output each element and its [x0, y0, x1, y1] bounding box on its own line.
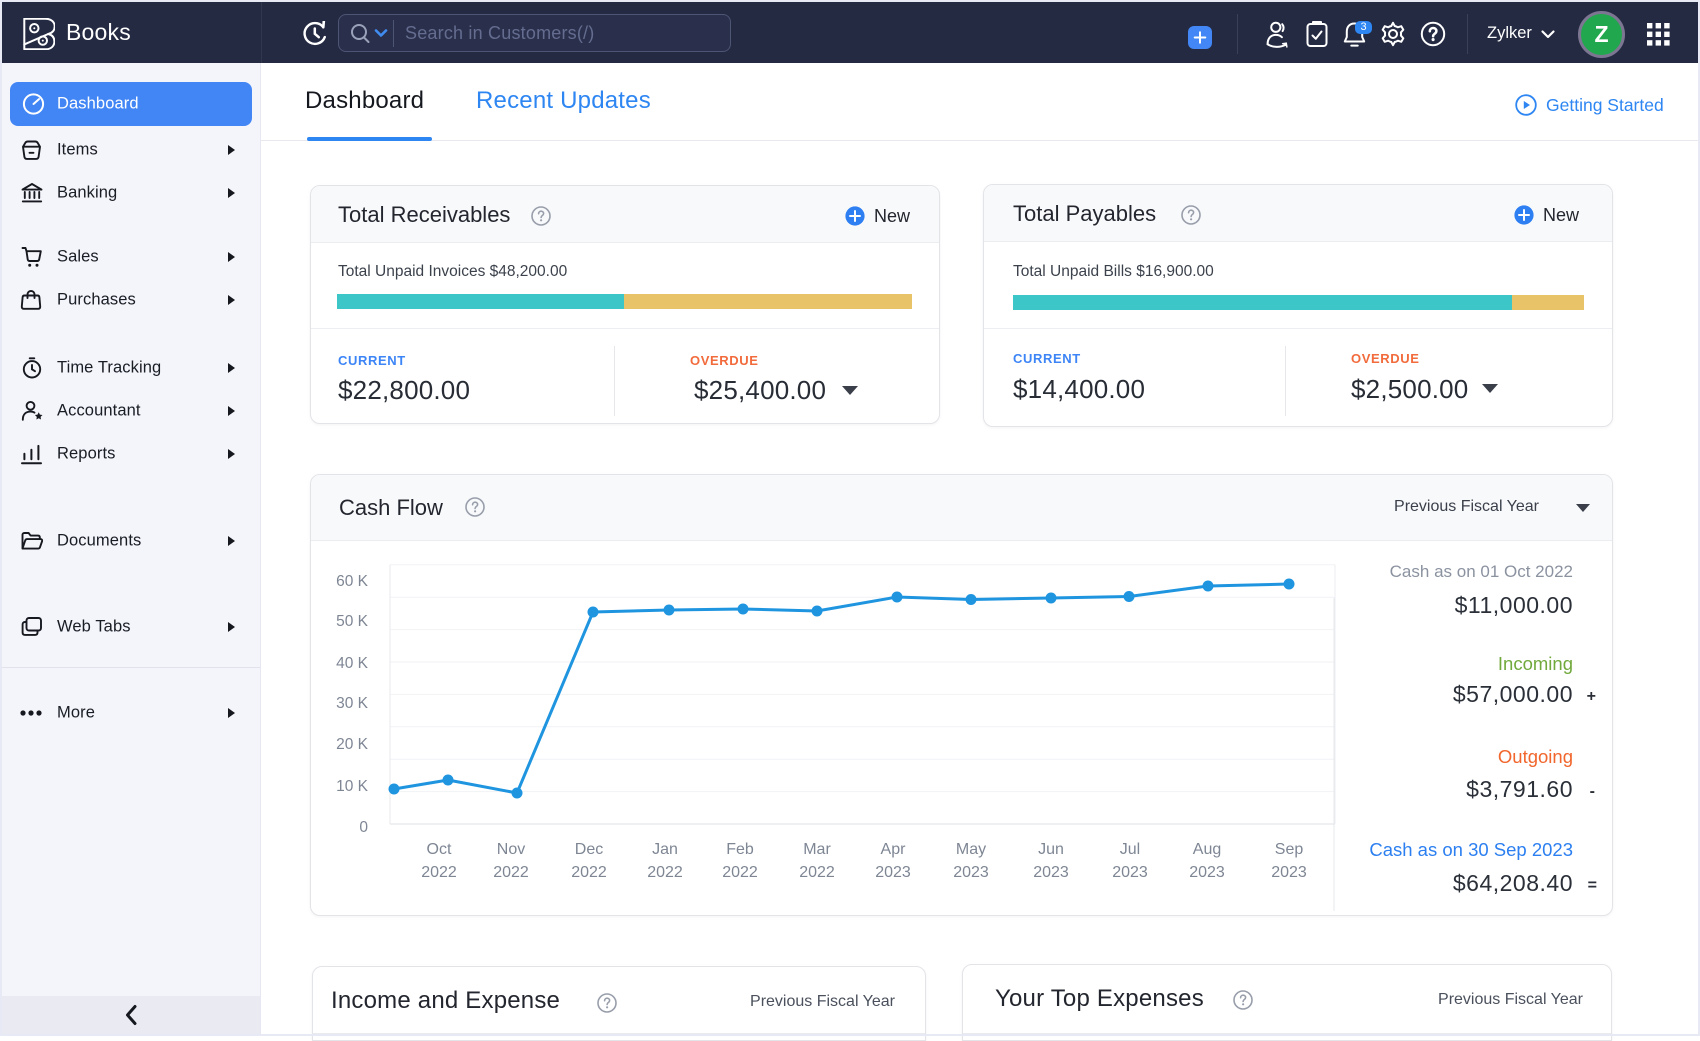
svg-text:Feb: Feb: [726, 841, 754, 858]
svg-text:2022: 2022: [493, 864, 529, 881]
svg-text:Sep: Sep: [1275, 841, 1304, 858]
svg-text:2023: 2023: [1112, 864, 1148, 881]
svg-text:Oct: Oct: [427, 841, 452, 858]
svg-text:60 K: 60 K: [336, 573, 369, 590]
svg-text:2023: 2023: [1033, 864, 1069, 881]
svg-text:2022: 2022: [799, 864, 835, 881]
svg-text:Apr: Apr: [881, 841, 907, 858]
svg-text:2023: 2023: [953, 864, 989, 881]
svg-text:Cash as on 01 Oct 2022: Cash as on 01 Oct 2022: [1390, 562, 1573, 581]
svg-text:2023: 2023: [1271, 864, 1307, 881]
svg-text:$64,208.40: $64,208.40: [1453, 870, 1573, 896]
svg-text:Dec: Dec: [575, 841, 603, 858]
svg-text:Jun: Jun: [1038, 841, 1064, 858]
svg-text:May: May: [956, 841, 986, 858]
svg-text:+: +: [1587, 688, 1596, 705]
svg-text:0: 0: [359, 819, 368, 836]
svg-text:40 K: 40 K: [336, 655, 369, 672]
svg-text:2023: 2023: [875, 864, 911, 881]
svg-text:10 K: 10 K: [336, 778, 369, 795]
svg-text:30 K: 30 K: [336, 695, 369, 712]
svg-text:Mar: Mar: [803, 841, 831, 858]
svg-text:Jan: Jan: [652, 841, 678, 858]
svg-text:Aug: Aug: [1193, 841, 1221, 858]
svg-text:=: =: [1588, 877, 1597, 894]
svg-text:-: -: [1590, 783, 1595, 800]
svg-text:$11,000.00: $11,000.00: [1455, 592, 1573, 618]
svg-text:2022: 2022: [647, 864, 683, 881]
svg-text:2022: 2022: [722, 864, 758, 881]
svg-text:2022: 2022: [421, 864, 457, 881]
svg-text:2022: 2022: [571, 864, 607, 881]
svg-text:20 K: 20 K: [336, 736, 369, 753]
svg-text:Nov: Nov: [497, 841, 525, 858]
svg-text:50 K: 50 K: [336, 613, 369, 630]
svg-text:$3,791.60: $3,791.60: [1466, 776, 1573, 802]
svg-text:Outgoing: Outgoing: [1498, 746, 1573, 767]
svg-text:$57,000.00: $57,000.00: [1453, 681, 1573, 707]
svg-text:Jul: Jul: [1120, 841, 1140, 858]
svg-text:2023: 2023: [1189, 864, 1225, 881]
svg-text:Incoming: Incoming: [1498, 653, 1573, 674]
svg-text:Cash as on 30 Sep 2023: Cash as on 30 Sep 2023: [1369, 839, 1573, 860]
